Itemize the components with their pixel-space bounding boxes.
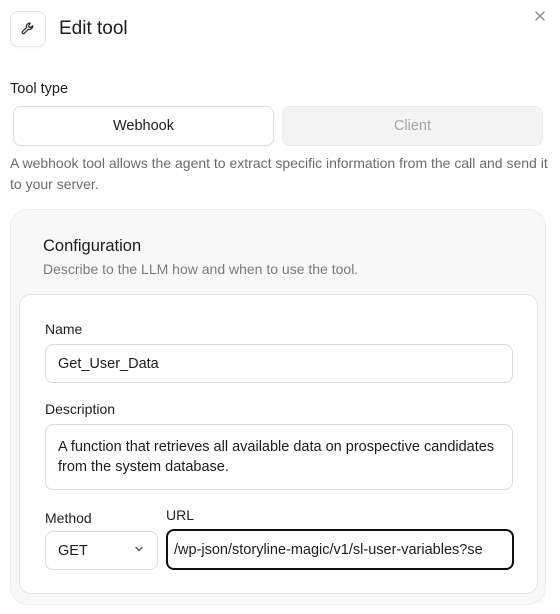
configuration-fields: Name Get_User_Data Description A functio… xyxy=(19,294,538,594)
url-input[interactable]: /wp-json/storyline-magic/v1/sl-user-vari… xyxy=(166,529,514,570)
url-label: URL xyxy=(166,507,195,523)
name-input[interactable]: Get_User_Data xyxy=(45,344,513,383)
configuration-card: Configuration Describe to the LLM how an… xyxy=(10,209,546,605)
webhook-option-button[interactable]: Webhook xyxy=(13,106,274,146)
configuration-description: Describe to the LLM how and when to use … xyxy=(43,261,359,277)
method-value: GET xyxy=(58,542,88,559)
name-label: Name xyxy=(45,321,83,337)
close-icon[interactable] xyxy=(532,8,548,24)
description-textarea[interactable]: A function that retrieves all available … xyxy=(45,424,513,490)
configuration-title: Configuration xyxy=(43,237,142,255)
dialog-title: Edit tool xyxy=(59,18,128,39)
tool-type-toggle: Webhook Client xyxy=(13,106,543,146)
chevron-down-icon xyxy=(133,543,145,559)
client-option-button[interactable]: Client xyxy=(282,106,543,146)
dialog-header: Edit tool xyxy=(10,10,128,48)
wrench-icon xyxy=(10,11,46,47)
tool-type-label: Tool type xyxy=(10,81,69,97)
method-select[interactable]: GET xyxy=(45,531,158,570)
description-label: Description xyxy=(45,401,116,417)
tool-type-description: A webhook tool allows the agent to extra… xyxy=(10,155,548,192)
method-label: Method xyxy=(45,510,92,526)
